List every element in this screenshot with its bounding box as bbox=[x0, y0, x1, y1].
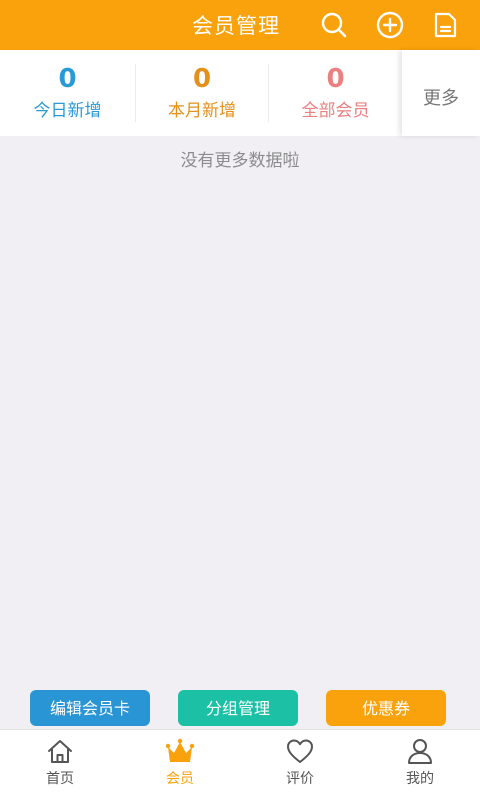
document-icon bbox=[434, 12, 457, 38]
stat-value: 0 bbox=[58, 64, 77, 94]
header-bar: 会员管理 bbox=[0, 0, 480, 50]
bottom-nav: 首页 会员 评价 我的 bbox=[0, 729, 480, 800]
nav-label: 会员 bbox=[166, 771, 194, 787]
stat-value: 0 bbox=[192, 64, 212, 94]
more-label: 更多 bbox=[423, 88, 459, 109]
add-button[interactable] bbox=[375, 10, 405, 40]
nav-label: 评价 bbox=[286, 771, 314, 787]
group-management-button[interactable]: 分组管理 bbox=[178, 690, 298, 726]
stat-value: 0 bbox=[326, 64, 345, 94]
stat-label: 今日新增 bbox=[33, 101, 102, 121]
nav-label: 首页 bbox=[46, 771, 74, 787]
heart-icon bbox=[287, 739, 313, 763]
divider bbox=[135, 64, 136, 122]
nav-item-mine[interactable]: 我的 bbox=[360, 730, 480, 800]
nav-item-reviews[interactable]: 评价 bbox=[240, 730, 360, 800]
empty-message: 没有更多数据啦 bbox=[180, 151, 300, 171]
member-management-screen: 会员管理 0 今日新增 0 本月新增 0 全部会员 更多 没有更多数据啦 编辑会… bbox=[0, 0, 480, 800]
edit-member-card-button[interactable]: 编辑会员卡 bbox=[30, 690, 150, 726]
search-icon bbox=[321, 12, 347, 38]
stat-today-new[interactable]: 0 今日新增 bbox=[0, 50, 135, 136]
stat-label: 本月新增 bbox=[168, 101, 236, 121]
stat-month-new[interactable]: 0 本月新增 bbox=[135, 50, 269, 136]
coupon-button[interactable]: 优惠券 bbox=[326, 690, 446, 726]
stats-row: 0 今日新增 0 本月新增 0 全部会员 更多 bbox=[0, 50, 480, 136]
add-circle-icon bbox=[376, 11, 404, 39]
document-button[interactable] bbox=[430, 10, 460, 40]
nav-item-home[interactable]: 首页 bbox=[0, 730, 120, 800]
divider bbox=[268, 64, 269, 122]
stat-label: 全部会员 bbox=[301, 101, 370, 121]
crown-icon bbox=[165, 738, 195, 762]
person-icon bbox=[408, 739, 432, 764]
nav-label: 我的 bbox=[406, 771, 434, 787]
page-title: 会员管理 bbox=[192, 14, 280, 38]
home-icon bbox=[48, 740, 72, 763]
stat-all-members[interactable]: 0 全部会员 bbox=[269, 50, 402, 136]
more-button[interactable]: 更多 bbox=[402, 50, 480, 136]
search-button[interactable] bbox=[319, 10, 349, 40]
nav-item-members[interactable]: 会员 bbox=[120, 730, 240, 800]
